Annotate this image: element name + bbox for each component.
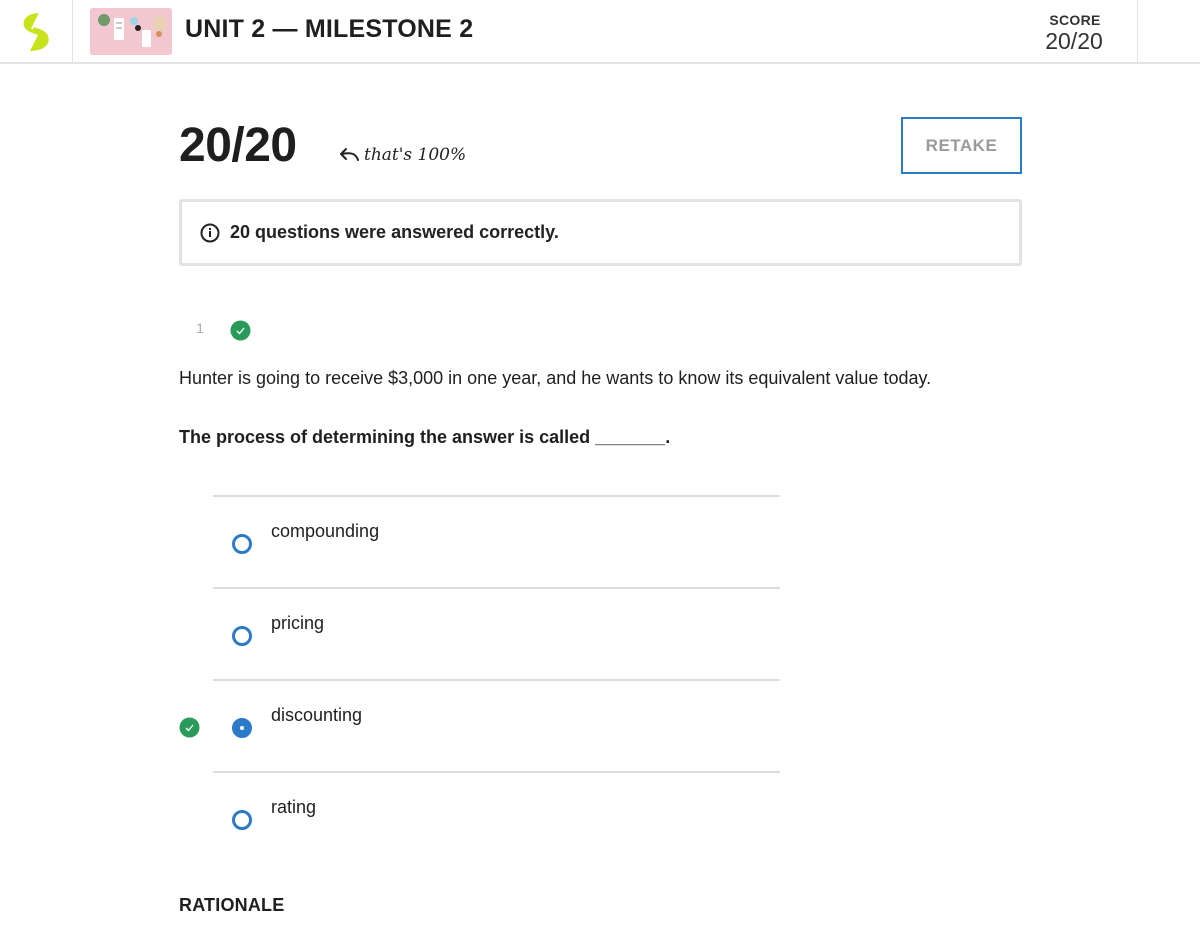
answer-option-label: discounting bbox=[271, 705, 363, 725]
unit-title: UNIT 2 — MILESTONE 2 bbox=[185, 15, 474, 43]
answer-options: compounding pricing discounting rating bbox=[179, 495, 780, 863]
question-correct-check-icon bbox=[230, 320, 251, 341]
info-message: 20 questions were answered correctly. bbox=[230, 222, 559, 243]
question-number: 1 bbox=[196, 320, 204, 336]
info-icon bbox=[200, 223, 220, 242]
score-label: SCORE bbox=[1049, 12, 1101, 28]
course-thumbnail-image bbox=[90, 8, 172, 55]
info-message-text: questions were answered correctly. bbox=[250, 222, 559, 242]
top-bar: UNIT 2 — MILESTONE 2 SCORE 20/20 bbox=[0, 0, 1200, 64]
answer-option[interactable]: rating bbox=[213, 771, 780, 863]
answer-option-label: pricing bbox=[271, 613, 325, 633]
big-score: 20/20 bbox=[179, 119, 297, 172]
answer-option[interactable]: compounding bbox=[213, 495, 780, 587]
info-banner: 20 questions were answered correctly. bbox=[179, 199, 1022, 266]
header-divider bbox=[1137, 0, 1138, 64]
answer-option-label: compounding bbox=[271, 521, 380, 541]
retake-button[interactable]: RETAKE bbox=[901, 117, 1022, 174]
correct-answer-check-icon bbox=[179, 717, 200, 738]
score-note: that's 100% bbox=[338, 141, 466, 169]
sophia-logo-icon[interactable] bbox=[18, 11, 54, 53]
radio-button-selected[interactable] bbox=[232, 718, 252, 738]
answer-option[interactable]: pricing bbox=[213, 587, 780, 679]
rationale-heading: RATIONALE bbox=[179, 895, 285, 915]
radio-button[interactable] bbox=[232, 810, 252, 830]
curved-arrow-left-icon bbox=[340, 148, 359, 161]
radio-button[interactable] bbox=[232, 534, 252, 554]
radio-button[interactable] bbox=[232, 626, 252, 646]
score-note-text: that's 100% bbox=[364, 145, 467, 165]
question-text: Hunter is going to receive $3,000 in one… bbox=[179, 368, 932, 388]
answer-option[interactable]: discounting bbox=[179, 679, 780, 771]
answer-option-label: rating bbox=[271, 797, 317, 817]
header-divider bbox=[72, 0, 73, 64]
question-prompt: The process of determining the answer is… bbox=[179, 427, 671, 447]
score-value: 20/20 bbox=[1045, 28, 1103, 54]
correct-count: 20 bbox=[230, 222, 251, 242]
